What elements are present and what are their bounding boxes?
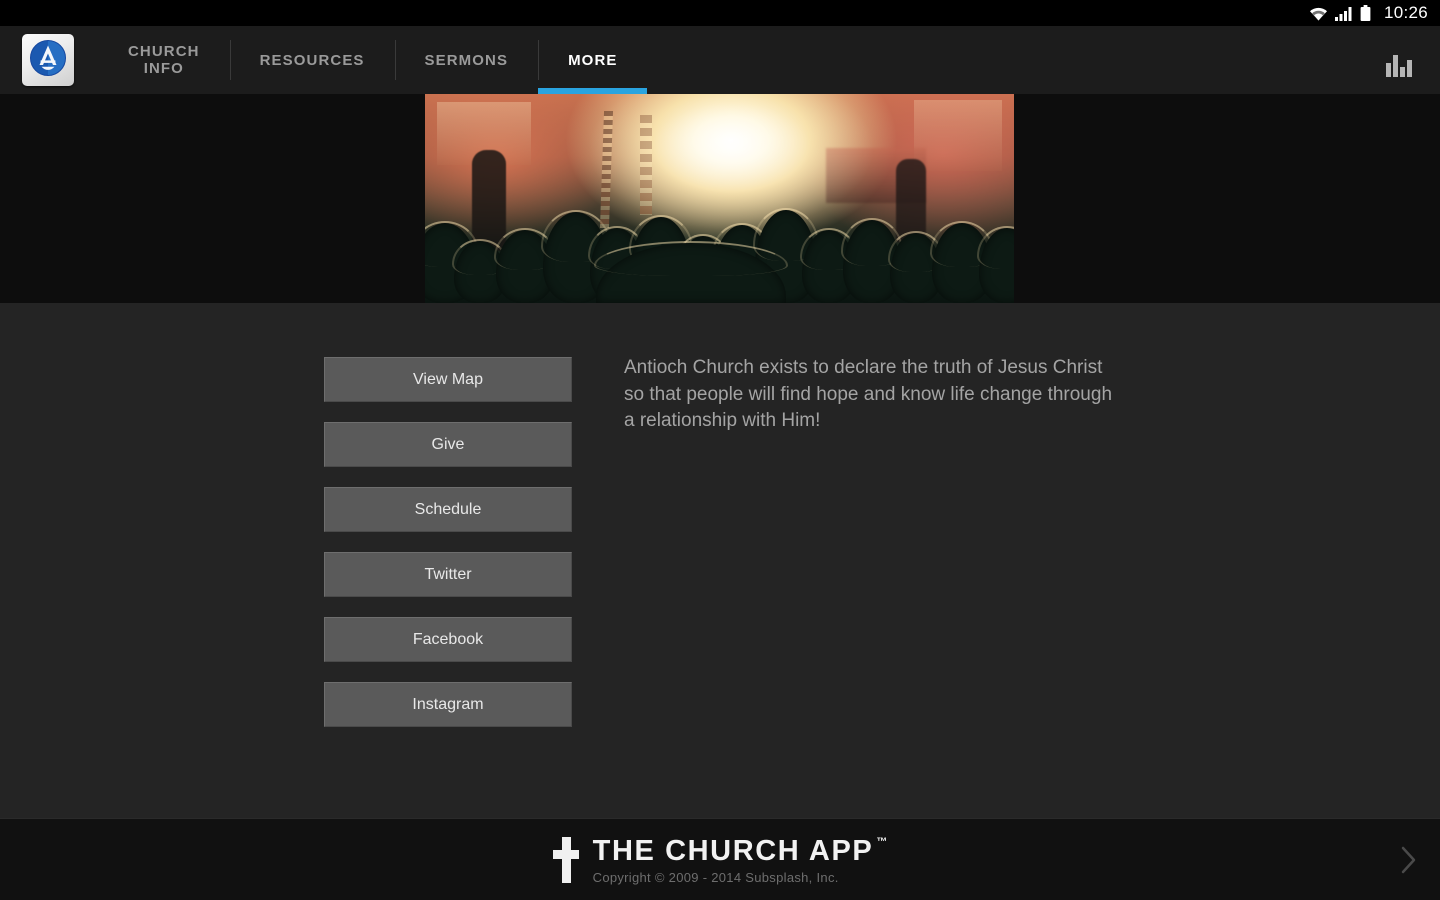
signal-icon xyxy=(1334,6,1353,21)
antioch-church-logo-icon xyxy=(28,38,68,83)
app-footer: THE CHURCH APP ™ Copyright © 2009 - 2014… xyxy=(0,818,1440,900)
church-app-branding: THE CHURCH APP ™ Copyright © 2009 - 2014… xyxy=(552,835,888,885)
trademark-symbol: ™ xyxy=(876,835,888,848)
status-clock: 10:26 xyxy=(1383,3,1428,22)
tab-sermons[interactable]: SERMONS xyxy=(394,26,539,94)
facebook-button[interactable]: Facebook xyxy=(324,617,572,662)
tab-sermons-label: SERMONS xyxy=(424,51,509,69)
app-root: 10:26 CHURCH INFO RESOURCES SERMONS MORE… xyxy=(0,0,1440,900)
app-logo[interactable] xyxy=(22,34,74,86)
tab-church-info-label: CHURCH INFO xyxy=(128,43,200,77)
hero-image[interactable] xyxy=(425,94,1014,303)
tab-more-label: MORE xyxy=(568,51,618,69)
cross-icon xyxy=(552,836,579,883)
tab-resources-label: RESOURCES xyxy=(259,51,365,69)
main-content: View Map Give Schedule Twitter Facebook … xyxy=(0,303,1440,818)
tab-church-info[interactable]: CHURCH INFO xyxy=(98,26,230,94)
instagram-button-label: Instagram xyxy=(412,695,484,713)
tab-more[interactable]: MORE xyxy=(538,26,648,94)
give-button-label: Give xyxy=(431,435,465,453)
android-status-bar: 10:26 xyxy=(0,0,1440,26)
copyright-text: Copyright © 2009 - 2014 Subsplash, Inc. xyxy=(592,869,839,885)
battery-icon xyxy=(1360,5,1371,21)
schedule-button[interactable]: Schedule xyxy=(324,487,572,532)
wifi-icon xyxy=(1309,6,1328,21)
bar-chart-icon[interactable] xyxy=(1382,43,1416,77)
view-map-button-label: View Map xyxy=(413,370,483,388)
facebook-button-label: Facebook xyxy=(412,630,484,648)
twitter-button[interactable]: Twitter xyxy=(324,552,572,597)
twitter-button-label: Twitter xyxy=(424,565,472,583)
brand-title-row: THE CHURCH APP ™ xyxy=(593,835,888,868)
chevron-right-icon[interactable] xyxy=(1394,840,1424,880)
top-navigation-bar: CHURCH INFO RESOURCES SERMONS MORE xyxy=(0,26,1440,94)
nav-tab-list: CHURCH INFO RESOURCES SERMONS MORE xyxy=(98,26,1382,94)
give-button[interactable]: Give xyxy=(324,422,572,467)
view-map-button[interactable]: View Map xyxy=(324,357,572,402)
status-icon-group: 10:26 xyxy=(1309,3,1428,23)
schedule-button-label: Schedule xyxy=(414,500,482,518)
crowd-silhouettes xyxy=(425,173,1014,303)
instagram-button[interactable]: Instagram xyxy=(324,682,572,727)
tab-resources[interactable]: RESOURCES xyxy=(229,26,395,94)
hero-banner-band xyxy=(0,94,1440,303)
brand-title: THE CHURCH APP xyxy=(592,834,874,867)
stage-speaker-right xyxy=(913,100,1003,172)
branding-text-block: THE CHURCH APP ™ Copyright © 2009 - 2014… xyxy=(593,835,888,885)
church-description-text: Antioch Church exists to declare the tru… xyxy=(624,357,1113,431)
action-button-list: View Map Give Schedule Twitter Facebook … xyxy=(324,357,572,747)
